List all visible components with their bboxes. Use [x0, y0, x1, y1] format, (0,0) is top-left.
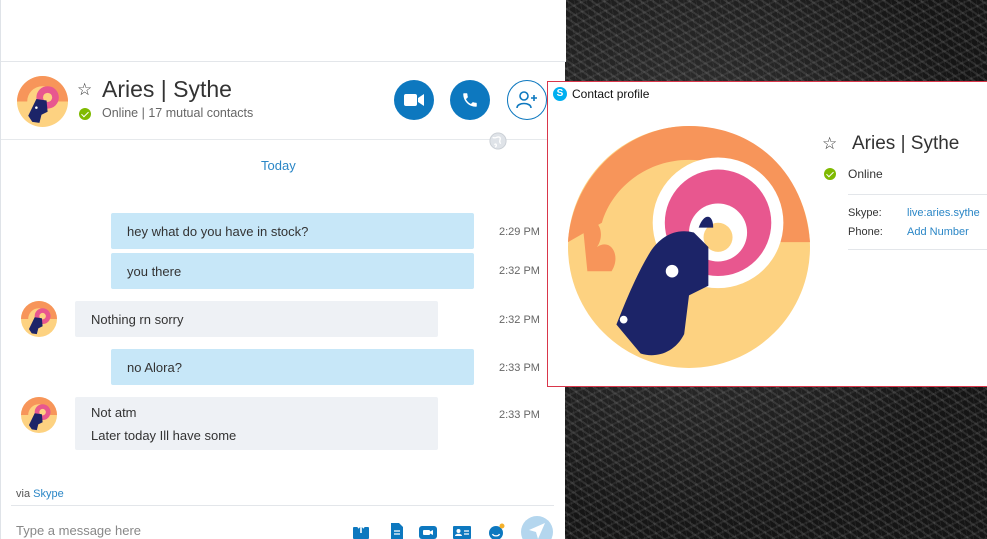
video-message-icon[interactable] — [419, 523, 437, 539]
send-button[interactable] — [521, 516, 553, 539]
message-bubble-incoming[interactable]: Nothing rn sorry — [75, 301, 438, 337]
message-bubble-outgoing[interactable]: hey what do you have in stock? — [111, 213, 474, 249]
contact-status-line: Online | 17 mutual contacts — [102, 106, 254, 120]
contact-avatar[interactable] — [17, 76, 68, 127]
contact-card-icon[interactable] — [453, 523, 471, 539]
phone-call-icon — [463, 93, 477, 107]
add-contact-icon — [516, 91, 537, 109]
via-skype-label: via Skype — [16, 488, 64, 500]
via-prefix: via — [16, 488, 31, 500]
profile-divider — [848, 194, 987, 195]
contact-name: Aries | Sythe — [102, 76, 232, 102]
phone-label: Phone: — [848, 226, 883, 238]
profile-contact-name: Aries | Sythe — [852, 133, 960, 154]
send-icon — [529, 523, 545, 539]
message-timestamp: 2:29 PM — [499, 226, 540, 238]
status-label: Online — [102, 106, 139, 120]
contact-avatar-large — [568, 126, 810, 368]
via-skype-link[interactable]: Skype — [33, 488, 64, 500]
message-timestamp: 2:32 PM — [499, 314, 540, 326]
skype-id-value[interactable]: live:aries.sythe — [907, 207, 980, 219]
contact-profile-popup: S Contact profile ☆ Aries | Sythe Online… — [547, 81, 987, 387]
message-timestamp: 2:33 PM — [499, 409, 540, 421]
message-text: no Alora? — [127, 359, 182, 375]
message-text-line: Later today Ill have some — [91, 427, 237, 443]
message-text: hey what do you have in stock? — [127, 223, 309, 239]
add-participant-button[interactable] — [507, 80, 547, 120]
message-input[interactable]: Type a message here — [16, 523, 141, 538]
message-timestamp: 2:33 PM — [499, 362, 540, 374]
online-status-icon — [79, 108, 91, 120]
date-divider: Today — [261, 158, 296, 173]
message-bubble-outgoing[interactable]: no Alora? — [111, 349, 474, 385]
message-text: you there — [127, 263, 182, 279]
mutual-contacts[interactable]: 17 mutual contacts — [148, 106, 253, 120]
audio-call-button[interactable] — [450, 80, 490, 120]
online-status-icon — [824, 168, 836, 180]
message-text-line: Not atm — [91, 404, 137, 420]
send-file-icon[interactable] — [352, 523, 370, 539]
globe-icon — [489, 132, 507, 150]
composer-divider — [11, 505, 554, 506]
popup-title: Contact profile — [572, 87, 650, 101]
add-number-link[interactable]: Add Number — [907, 226, 969, 238]
skype-id-label: Skype: — [848, 207, 882, 219]
emoji-icon[interactable] — [487, 523, 505, 539]
favorite-star-icon[interactable]: ☆ — [77, 80, 92, 100]
message-bubble-incoming[interactable]: Not atm Later today Ill have some — [75, 397, 438, 450]
message-bubble-outgoing[interactable]: you there — [111, 253, 474, 289]
profile-divider — [848, 249, 987, 250]
chat-window: ☆ Aries | Sythe Online | 17 mutual conta… — [0, 0, 566, 539]
document-icon[interactable] — [388, 523, 406, 539]
message-text: Nothing rn sorry — [91, 311, 184, 327]
conversation-header: ☆ Aries | Sythe Online | 17 mutual conta… — [1, 62, 566, 140]
skype-logo-icon: S — [553, 87, 567, 101]
contact-avatar-small[interactable] — [21, 301, 57, 337]
video-call-icon — [404, 94, 424, 106]
message-timestamp: 2:32 PM — [499, 265, 540, 277]
video-call-button[interactable] — [394, 80, 434, 120]
favorite-star-icon[interactable]: ☆ — [822, 134, 837, 154]
window-top-area — [1, 0, 566, 62]
profile-status: Online — [848, 167, 883, 181]
contact-avatar-small[interactable] — [21, 397, 57, 433]
